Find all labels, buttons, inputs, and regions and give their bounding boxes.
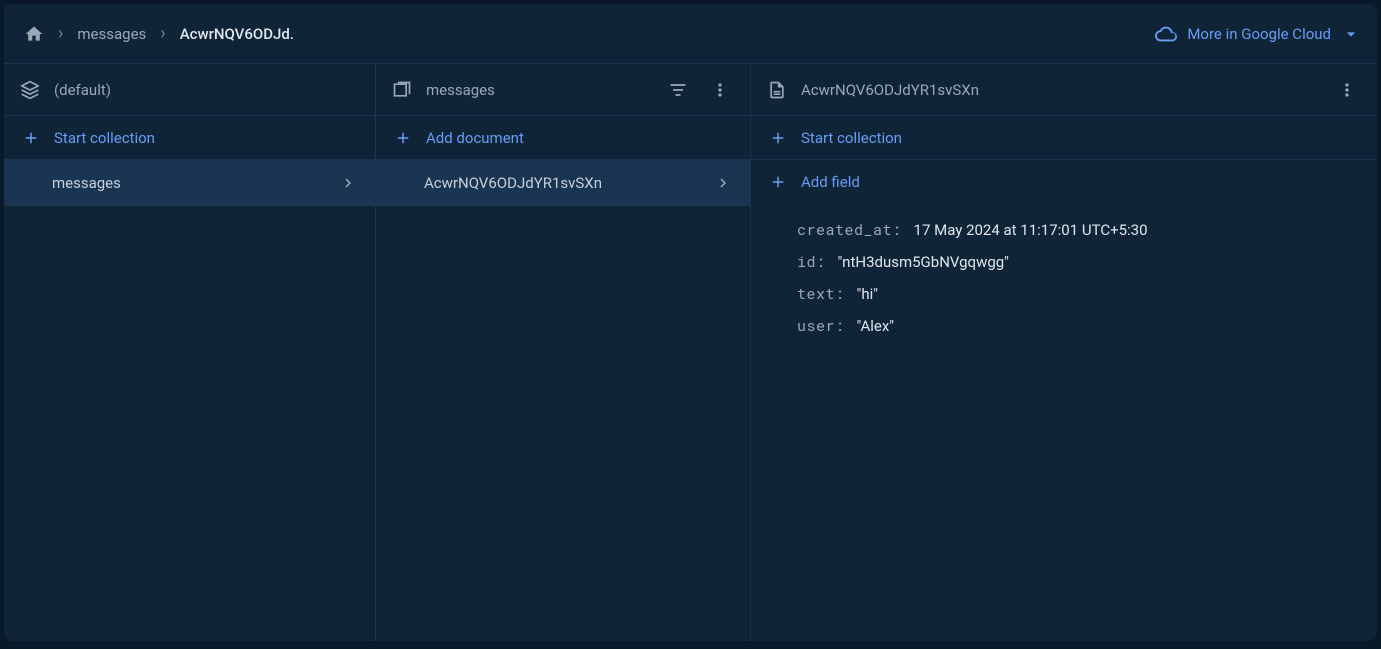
start-collection-button[interactable]: Start collection bbox=[4, 116, 375, 160]
database-name: (default) bbox=[54, 81, 359, 99]
filter-icon[interactable] bbox=[664, 76, 692, 104]
start-collection-button[interactable]: Start collection bbox=[751, 116, 1377, 160]
field-key: id: bbox=[797, 252, 826, 272]
chevron-down-icon bbox=[1341, 24, 1361, 44]
document-column: AcwrNQV6ODJdYR1svSXn Start collection Ad… bbox=[751, 64, 1377, 641]
topbar: › messages › AcwrNQV6ODJd. More in Googl… bbox=[4, 4, 1377, 64]
collection-name: messages bbox=[426, 81, 650, 99]
add-document-label: Add document bbox=[426, 129, 524, 147]
field-row[interactable]: user: "Alex" bbox=[751, 310, 1377, 342]
more-vert-icon[interactable] bbox=[706, 76, 734, 104]
database-icon bbox=[20, 80, 40, 100]
breadcrumb-item-messages[interactable]: messages bbox=[77, 25, 146, 43]
field-row[interactable]: created_at: 17 May 2024 at 11:17:01 UTC+… bbox=[751, 214, 1377, 246]
start-collection-label: Start collection bbox=[54, 129, 155, 147]
collection-column: messages Add document AcwrNQV6ODJdYR1svS… bbox=[376, 64, 751, 641]
add-field-label: Add field bbox=[801, 173, 860, 191]
field-value: "ntH3dusm5GbNVgqwgg" bbox=[838, 253, 1009, 271]
chevron-right-icon bbox=[714, 174, 732, 192]
document-header: AcwrNQV6ODJdYR1svSXn bbox=[751, 64, 1377, 116]
field-row[interactable]: id: "ntH3dusm5GbNVgqwgg" bbox=[751, 246, 1377, 278]
chevron-right-icon: › bbox=[160, 23, 165, 44]
database-column: (default) Start collection messages bbox=[4, 64, 376, 641]
document-icon bbox=[767, 80, 787, 100]
collection-icon bbox=[392, 80, 412, 100]
collection-header: messages bbox=[376, 64, 750, 116]
chevron-right-icon bbox=[339, 174, 357, 192]
collection-item-label: messages bbox=[52, 174, 121, 192]
document-fields: created_at: 17 May 2024 at 11:17:01 UTC+… bbox=[751, 204, 1377, 342]
document-item[interactable]: AcwrNQV6ODJdYR1svSXn bbox=[376, 160, 750, 206]
field-value: 17 May 2024 at 11:17:01 UTC+5:30 bbox=[914, 221, 1148, 239]
more-in-google-cloud-link[interactable]: More in Google Cloud bbox=[1155, 23, 1361, 45]
field-row[interactable]: text: "hi" bbox=[751, 278, 1377, 310]
add-document-button[interactable]: Add document bbox=[376, 116, 750, 160]
more-vert-icon[interactable] bbox=[1333, 76, 1361, 104]
cloud-icon bbox=[1155, 23, 1177, 45]
field-key: user: bbox=[797, 316, 845, 336]
database-header: (default) bbox=[4, 64, 375, 116]
breadcrumb-item-current: AcwrNQV6ODJd. bbox=[180, 25, 294, 43]
chevron-right-icon: › bbox=[58, 23, 63, 44]
add-field-button[interactable]: Add field bbox=[751, 160, 1377, 204]
start-collection-label: Start collection bbox=[801, 129, 902, 147]
document-id: AcwrNQV6ODJdYR1svSXn bbox=[801, 81, 1319, 99]
breadcrumb: › messages › AcwrNQV6ODJd. bbox=[24, 23, 294, 44]
cloud-link-label: More in Google Cloud bbox=[1187, 25, 1331, 43]
document-item-label: AcwrNQV6ODJdYR1svSXn bbox=[424, 174, 602, 192]
home-icon[interactable] bbox=[24, 24, 44, 44]
field-key: created_at: bbox=[797, 220, 902, 240]
field-value: "Alex" bbox=[857, 317, 895, 335]
field-key: text: bbox=[797, 284, 845, 304]
collection-item-messages[interactable]: messages bbox=[4, 160, 375, 206]
field-value: "hi" bbox=[857, 285, 879, 303]
